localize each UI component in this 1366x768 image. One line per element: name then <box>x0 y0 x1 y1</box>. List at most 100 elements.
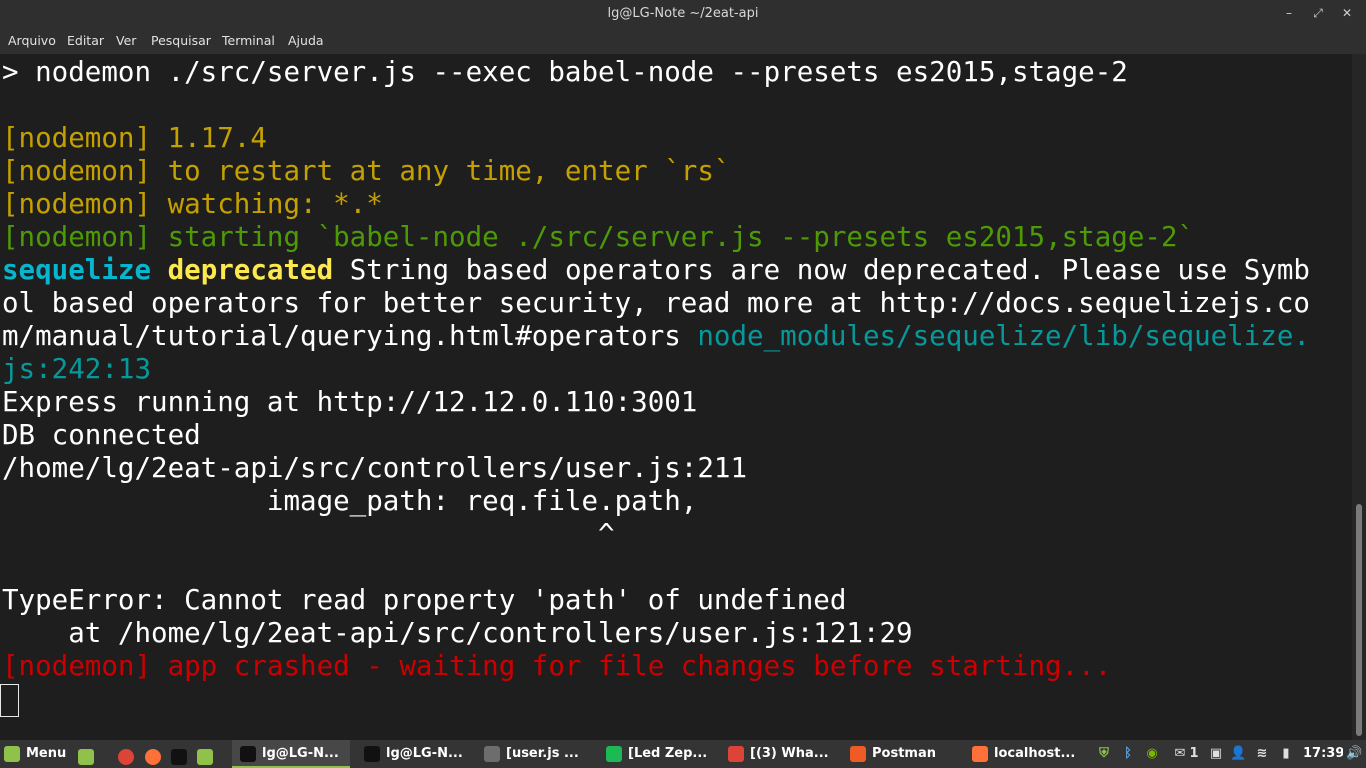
taskbar-window-label: localhost... <box>994 746 1076 761</box>
taskbar: Menu lg@LG-N... lg@LG-N... [user.js ... [Le… <box>0 740 1366 768</box>
taskbar-window-button[interactable]: lg@LG-N... <box>232 740 350 768</box>
clock[interactable]: 17:39 <box>1303 740 1343 768</box>
menu-ver[interactable]: Ver <box>116 33 136 48</box>
terminal-text: js:242:13 <box>2 353 152 385</box>
terminal-output[interactable]: > nodemon ./src/server.js --exec babel-n… <box>0 54 1352 740</box>
terminal-line: TypeError: Cannot read property 'path' o… <box>2 584 846 617</box>
terminal-text: [nodemon] starting `babel-node ./src/ser… <box>2 221 1195 253</box>
taskbar-window-button[interactable]: localhost... <box>964 740 1084 768</box>
terminal-text: m/manual/tutorial/querying.html#operator… <box>2 320 698 352</box>
firefox-launcher[interactable] <box>145 740 165 768</box>
terminal-text: Express running at http://12.12.0.110:30… <box>2 386 698 418</box>
taskbar-window-label: lg@LG-N... <box>386 746 463 761</box>
terminal-line: js:242:13 <box>2 353 151 386</box>
mint-logo-icon <box>4 745 20 762</box>
firefox-icon <box>145 748 161 765</box>
terminal-launcher[interactable] <box>171 740 191 768</box>
desktop-icon <box>78 748 94 765</box>
app-icon <box>364 745 380 762</box>
wifi-icon[interactable]: ≋ <box>1254 746 1270 762</box>
taskbar-window-button[interactable]: [Led Zep... <box>598 740 716 768</box>
terminal-icon <box>171 748 187 765</box>
terminal-line: /home/lg/2eat-api/src/controllers/user.j… <box>2 452 747 485</box>
app-icon <box>850 745 866 762</box>
terminal-text: ^ <box>2 518 615 550</box>
terminal-text: [nodemon] 1.17.4 <box>2 122 267 154</box>
terminal-text: [nodemon] watching: *.* <box>2 188 383 220</box>
taskbar-window-label: [(3) Wha... <box>750 746 829 761</box>
terminal-text: /home/lg/2eat-api/src/controllers/user.j… <box>2 452 748 484</box>
taskbar-window-button[interactable]: [user.js ... <box>476 740 594 768</box>
terminal-text: sequelize <box>2 254 152 286</box>
app-icon <box>728 745 744 762</box>
taskbar-window-button[interactable]: [(3) Wha... <box>720 740 838 768</box>
taskbar-window-button[interactable]: Postman <box>842 740 960 768</box>
terminal-line: [nodemon] starting `babel-node ./src/ser… <box>2 221 1194 254</box>
taskbar-window-label: Postman <box>872 746 936 761</box>
terminal-line: [nodemon] 1.17.4 <box>2 122 267 155</box>
taskbar-window-button[interactable]: lg@LG-N... <box>356 740 472 768</box>
nvidia-icon[interactable]: ◉ <box>1144 746 1160 762</box>
terminal-line: m/manual/tutorial/querying.html#operator… <box>2 320 1310 353</box>
terminal-line: ol based operators for better security, … <box>2 287 1310 320</box>
bluetooth-icon[interactable]: ᛒ <box>1120 746 1136 762</box>
terminal-text: > nodemon ./src/server.js --exec babel-n… <box>2 56 1128 88</box>
taskbar-window-label: [Led Zep... <box>628 746 708 761</box>
menu-pesquisar[interactable]: Pesquisar <box>151 33 211 48</box>
terminal-line: at /home/lg/2eat-api/src/controllers/use… <box>2 617 913 650</box>
user-icon[interactable]: 👤 <box>1230 746 1246 762</box>
menu-editar[interactable]: Editar <box>67 33 104 48</box>
notification-count: 1 <box>1189 746 1199 761</box>
chrome-launcher[interactable] <box>118 740 138 768</box>
menu-ajuda[interactable]: Ajuda <box>288 33 324 48</box>
terminal-text: DB connected <box>2 419 201 451</box>
battery-icon[interactable]: ▮ <box>1278 746 1294 762</box>
menu-bar: Arquivo Editar Ver Pesquisar Terminal Aj… <box>0 29 1366 54</box>
terminal-text: ol based operators for better security, … <box>2 287 1310 319</box>
files-launcher[interactable] <box>197 740 217 768</box>
menu-terminal[interactable]: Terminal <box>222 33 275 48</box>
taskbar-window-label: [user.js ... <box>506 746 579 761</box>
app-icon <box>240 745 256 762</box>
terminal-text: at /home/lg/2eat-api/src/controllers/use… <box>2 617 913 649</box>
terminal-text: String based operators are now deprecate… <box>333 254 1310 286</box>
clipboard-icon[interactable]: ▣ <box>1208 746 1224 762</box>
terminal-text: image_path: req.file.path, <box>2 485 698 517</box>
terminal-line: sequelize deprecated String based operat… <box>2 254 1310 287</box>
minimize-button[interactable]: – <box>1281 5 1297 21</box>
terminal-text: [nodemon] app crashed - waiting for file… <box>2 650 1112 682</box>
chrome-icon <box>118 748 134 765</box>
window-titlebar[interactable]: lg@LG-Note ~/2eat-api – ⤢ ✕ <box>0 0 1366 29</box>
app-icon <box>606 745 622 762</box>
terminal-line: > nodemon ./src/server.js --exec babel-n… <box>2 56 1128 89</box>
start-menu-button[interactable]: Menu <box>4 740 70 768</box>
folder-icon <box>197 748 213 765</box>
app-icon <box>972 745 988 762</box>
volume-icon[interactable]: 🔊 <box>1346 746 1362 762</box>
terminal-text: TypeError: Cannot read property 'path' o… <box>2 584 847 616</box>
terminal-line: [nodemon] to restart at any time, enter … <box>2 155 730 188</box>
taskbar-window-label: lg@LG-N... <box>262 746 339 761</box>
chat-icon[interactable]: ✉ <box>1172 746 1188 762</box>
terminal-line: image_path: req.file.path, <box>2 485 697 518</box>
terminal-text: [nodemon] to restart at any time, enter … <box>2 155 731 187</box>
terminal-line: DB connected <box>2 419 201 452</box>
shield-icon[interactable]: ⛨ <box>1096 746 1112 762</box>
close-button[interactable]: ✕ <box>1339 5 1355 21</box>
window-title: lg@LG-Note ~/2eat-api <box>607 6 759 21</box>
terminal-text: node_modules/sequelize/lib/sequelize. <box>697 320 1310 352</box>
terminal-line: ^ <box>2 518 615 551</box>
scrollbar-thumb[interactable] <box>1356 504 1362 736</box>
terminal-line: Express running at http://12.12.0.110:30… <box>2 386 697 419</box>
app-icon <box>484 745 500 762</box>
maximize-button[interactable]: ⤢ <box>1310 5 1326 21</box>
terminal-text: deprecated <box>167 254 334 286</box>
terminal-line: [nodemon] watching: *.* <box>2 188 383 221</box>
terminal-line: [nodemon] app crashed - waiting for file… <box>2 650 1111 683</box>
terminal-scrollbar[interactable] <box>1352 54 1366 740</box>
start-menu-label: Menu <box>26 746 67 761</box>
menu-arquivo[interactable]: Arquivo <box>8 33 56 48</box>
terminal-cursor <box>0 684 19 717</box>
show-desktop-launcher[interactable] <box>78 740 98 768</box>
